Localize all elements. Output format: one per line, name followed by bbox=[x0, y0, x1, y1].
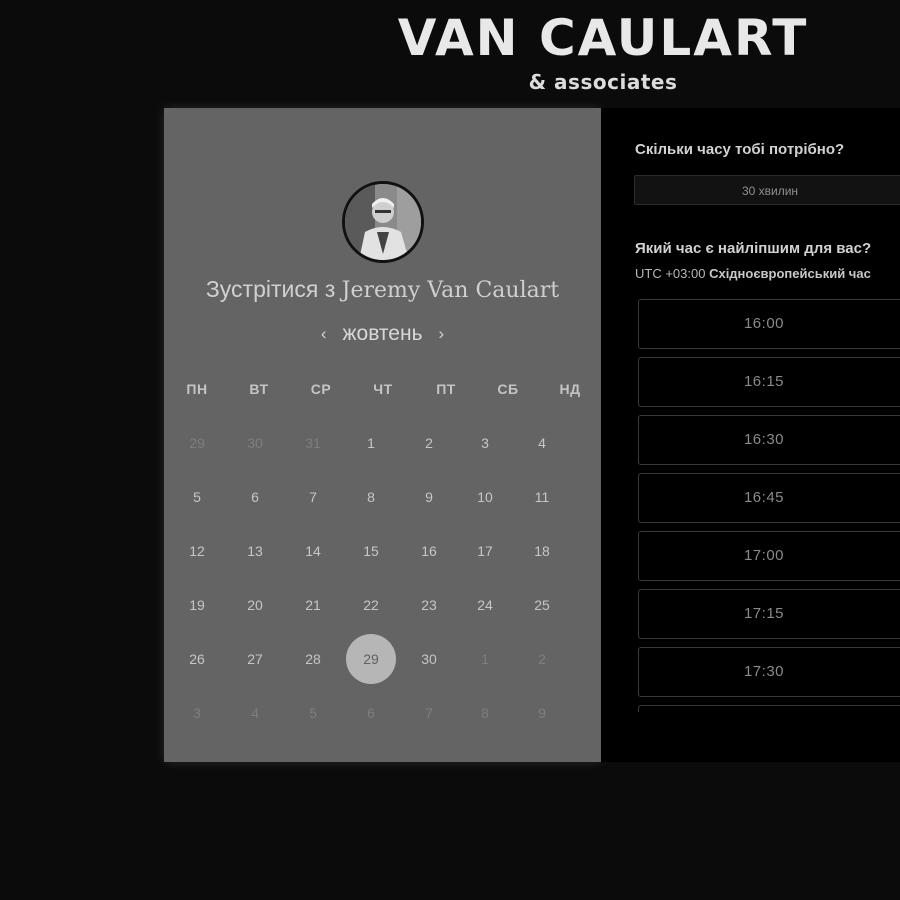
calendar-day[interactable]: 15 bbox=[346, 526, 396, 576]
calendar-day[interactable]: 5 bbox=[172, 472, 222, 522]
calendar-day[interactable]: 4 bbox=[517, 418, 567, 468]
time-selection-panel: Скільки часу тобі потрібно? 30 хвилин Як… bbox=[601, 108, 900, 762]
calendar-day: 3 bbox=[193, 705, 201, 721]
calendar-day: 8 bbox=[481, 705, 489, 721]
calendar-day[interactable]: 16 bbox=[404, 526, 454, 576]
timezone-name: Східноєвропейський час bbox=[709, 266, 871, 281]
time-slot-button[interactable]: 16:30 bbox=[638, 415, 900, 465]
host-heading: Зустрітися з Jeremy Van Caulart bbox=[164, 276, 601, 303]
calendar-day[interactable]: 3 bbox=[460, 418, 510, 468]
time-question: Який час є найліпшим для вас? bbox=[635, 240, 872, 257]
time-slot-list[interactable]: 16:00 16:15 16:30 16:45 17:00 17:15 17:30 bbox=[638, 299, 900, 712]
calendar-day[interactable]: 13 bbox=[230, 526, 280, 576]
calendar-day: 30 bbox=[247, 435, 263, 451]
weekday-label: СР bbox=[310, 381, 332, 397]
calendar-day: 4 bbox=[251, 705, 259, 721]
chevron-right-icon[interactable]: › bbox=[435, 324, 449, 344]
calendar-day-selected[interactable]: 29 bbox=[346, 634, 396, 684]
scheduler-widget: Зустрітися з Jeremy Van Caulart ‹ жовтен… bbox=[164, 108, 900, 762]
time-slot-button[interactable]: 16:00 bbox=[638, 299, 900, 349]
calendar-day[interactable]: 24 bbox=[460, 580, 510, 630]
calendar-day[interactable]: 2 bbox=[404, 418, 454, 468]
calendar-day: 9 bbox=[538, 705, 546, 721]
calendar-day[interactable]: 27 bbox=[230, 634, 280, 684]
host-avatar bbox=[342, 181, 424, 263]
brand-subtitle: & associates bbox=[528, 70, 678, 94]
weekday-header: ПН ВТ СР ЧТ ПТ СБ НД bbox=[164, 381, 601, 401]
calendar-day[interactable]: 23 bbox=[404, 580, 454, 630]
calendar-day[interactable]: 25 bbox=[517, 580, 567, 630]
weekday-label: ЧТ bbox=[373, 381, 393, 397]
calendar-day: 2 bbox=[538, 651, 546, 667]
calendar-day[interactable]: 12 bbox=[172, 526, 222, 576]
calendar-day: 7 bbox=[425, 705, 433, 721]
timezone-label[interactable]: UTC +03:00 Східноєвропейський час bbox=[635, 266, 871, 281]
calendar-day[interactable]: 21 bbox=[288, 580, 338, 630]
calendar-day[interactable]: 6 bbox=[230, 472, 280, 522]
time-slot-button[interactable]: 16:45 bbox=[638, 473, 900, 523]
brand-title: VAN CAULART bbox=[397, 9, 809, 67]
calendar-day[interactable]: 7 bbox=[288, 472, 338, 522]
host-heading-prefix: Зустрітися з bbox=[205, 276, 336, 302]
time-slot-button[interactable]: 16:15 bbox=[638, 357, 900, 407]
weekday-label: ПТ bbox=[436, 381, 456, 397]
chevron-left-icon[interactable]: ‹ bbox=[317, 324, 331, 344]
calendar-day[interactable]: 30 bbox=[404, 634, 454, 684]
host-name: Jeremy Van Caulart bbox=[341, 278, 560, 303]
calendar-day: 5 bbox=[309, 705, 317, 721]
host-avatar-photo-icon bbox=[345, 184, 421, 260]
calendar-day: 31 bbox=[305, 435, 321, 451]
time-slot-button[interactable] bbox=[638, 705, 900, 712]
calendar-day[interactable]: 9 bbox=[404, 472, 454, 522]
calendar-day[interactable]: 11 bbox=[517, 472, 567, 522]
calendar-day[interactable]: 1 bbox=[346, 418, 396, 468]
calendar-day[interactable]: 14 bbox=[288, 526, 338, 576]
weekday-label: НД bbox=[559, 381, 581, 397]
month-navigation: ‹ жовтень › bbox=[164, 322, 601, 346]
calendar-day: 29 bbox=[189, 435, 205, 451]
duration-select[interactable]: 30 хвилин bbox=[634, 175, 900, 205]
time-slot-button[interactable]: 17:30 bbox=[638, 647, 900, 697]
calendar-day[interactable]: 10 bbox=[460, 472, 510, 522]
calendar-day[interactable]: 20 bbox=[230, 580, 280, 630]
calendar-day[interactable]: 17 bbox=[460, 526, 510, 576]
weekday-label: СБ bbox=[497, 381, 519, 397]
calendar-day[interactable]: 22 bbox=[346, 580, 396, 630]
calendar-day[interactable]: 18 bbox=[517, 526, 567, 576]
time-slot-button[interactable]: 17:00 bbox=[638, 531, 900, 581]
brand-header: VAN CAULART & associates bbox=[363, 10, 843, 94]
calendar-day[interactable]: 28 bbox=[288, 634, 338, 684]
calendar-day: 6 bbox=[367, 705, 375, 721]
month-label: жовтень bbox=[342, 322, 423, 345]
time-slot-button[interactable]: 17:15 bbox=[638, 589, 900, 639]
calendar-day: 1 bbox=[481, 651, 489, 667]
calendar-panel: Зустрітися з Jeremy Van Caulart ‹ жовтен… bbox=[164, 108, 601, 762]
timezone-offset: UTC +03:00 bbox=[635, 266, 706, 281]
duration-question: Скільки часу тобі потрібно? bbox=[635, 141, 845, 158]
calendar-day[interactable]: 8 bbox=[346, 472, 396, 522]
weekday-label: ВТ bbox=[249, 381, 269, 397]
calendar-day[interactable]: 26 bbox=[172, 634, 222, 684]
calendar-day[interactable]: 19 bbox=[172, 580, 222, 630]
weekday-label: ПН bbox=[186, 381, 208, 397]
